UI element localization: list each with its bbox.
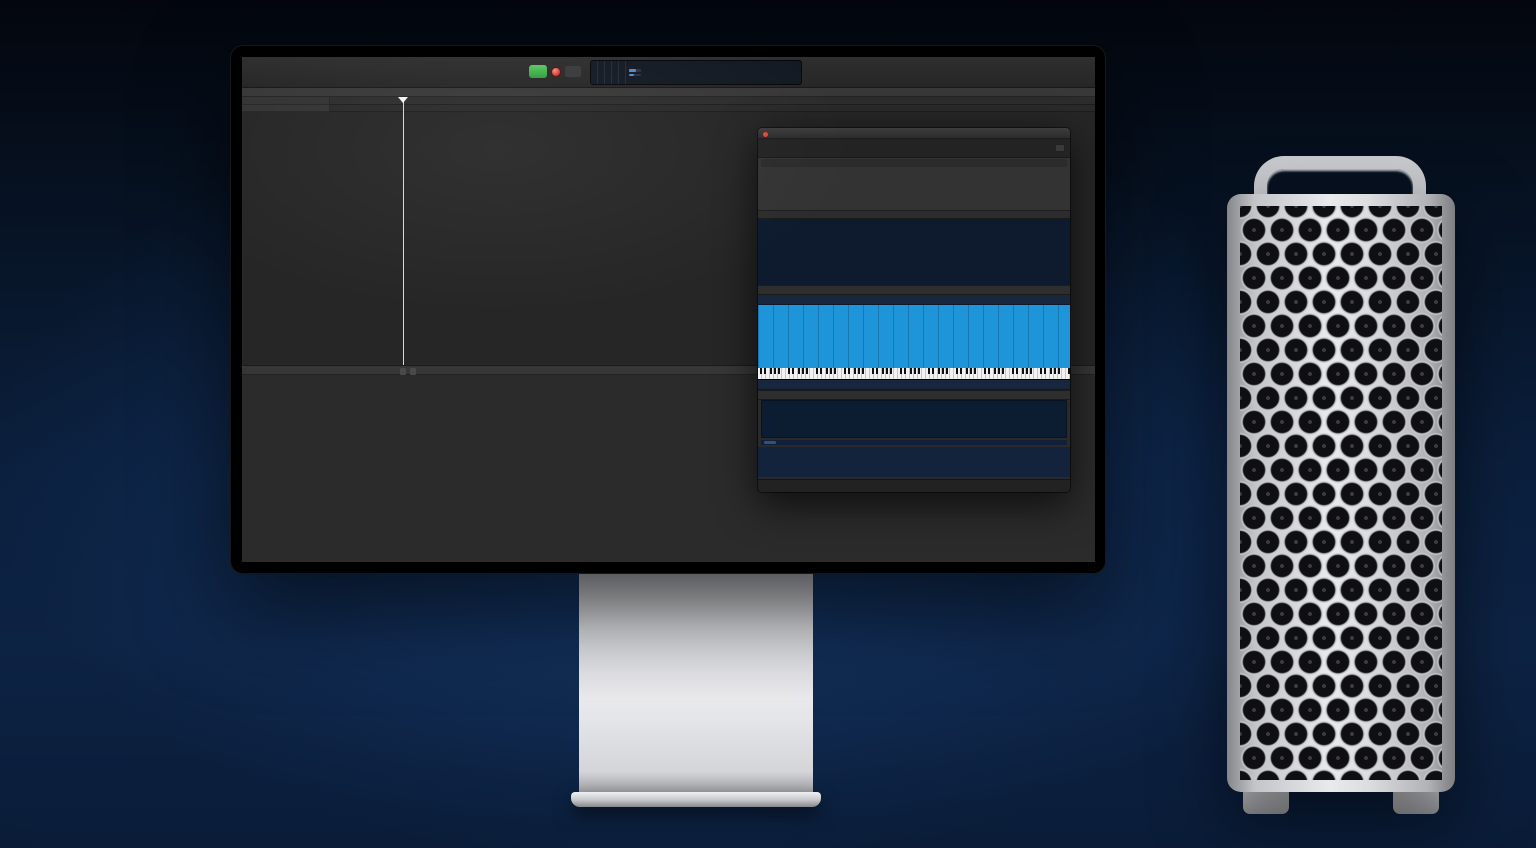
logic-window: [242, 57, 1095, 562]
transport-controls: [517, 65, 581, 78]
lcd-time: [591, 61, 598, 84]
lcd-position: [598, 61, 605, 84]
cycle-button[interactable]: [565, 66, 581, 77]
zone-mapping-grid[interactable]: [758, 305, 1070, 368]
lcd-tempo: [605, 61, 612, 84]
q-value-button[interactable]: [410, 368, 416, 375]
close-button[interactable]: [763, 132, 768, 137]
view-options-icon[interactable]: [1055, 144, 1065, 152]
midi-keyboard: [0, 677, 463, 848]
snap-drag-controls: [1033, 90, 1051, 95]
timeline-ruler[interactable]: [330, 97, 1095, 105]
marker-lane: [330, 105, 1095, 112]
mapping-menubar: [758, 285, 1070, 295]
record-button[interactable]: [551, 67, 561, 77]
scene: [0, 0, 1536, 848]
lcd-display[interactable]: [590, 60, 802, 85]
playhead[interactable]: [403, 97, 404, 365]
marker-track-header[interactable]: [242, 105, 330, 112]
lcd-signature: [612, 61, 619, 84]
mapping-keyboard[interactable]: [758, 368, 1070, 380]
synth-section: [758, 158, 1070, 210]
lcd-midi-io: [619, 61, 626, 84]
group-info-row: [758, 295, 1070, 305]
control-bar: [242, 57, 1095, 88]
sample-info-panel: [758, 447, 1070, 477]
track-list-header: [242, 97, 330, 105]
zone-info-row: [758, 380, 1070, 390]
modulators-section-title: [758, 210, 1070, 219]
plugin-footer: [758, 479, 1070, 492]
play-button[interactable]: [529, 65, 547, 78]
macpro-tower: [1227, 194, 1455, 792]
waveform-display[interactable]: [761, 400, 1067, 438]
q-button[interactable]: [400, 368, 406, 375]
macpro-grille: [1240, 206, 1442, 780]
modulators-section: [758, 219, 1070, 285]
waveform-scrollbar[interactable]: [761, 440, 1067, 445]
lcd-meters: [626, 61, 644, 84]
arrange-menubar: [242, 88, 1095, 97]
plugin-tab-bar: [758, 139, 1070, 158]
monitor-stand-foot: [571, 792, 821, 807]
zone-menubar: [758, 390, 1070, 400]
plugin-titlebar[interactable]: [758, 128, 1070, 139]
monitor-stand: [579, 570, 813, 794]
plugin-window: [758, 128, 1070, 492]
